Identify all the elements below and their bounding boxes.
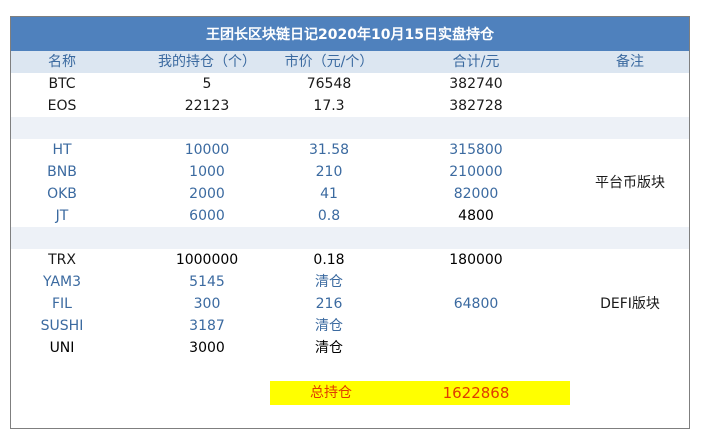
cell-total: 210000: [449, 164, 503, 180]
table-row-uni: UNI 3000 清仓: [11, 337, 689, 359]
cell-name: UNI: [49, 340, 75, 356]
cell-total: 180000: [449, 252, 503, 268]
cell-name: JT: [55, 208, 69, 224]
cell-price: 210: [315, 164, 343, 180]
cell-total: 82000: [453, 186, 499, 202]
note-defi: DEFI版块: [600, 296, 660, 312]
note-platform-coins: 平台币版块: [595, 175, 665, 191]
table-row-sushi: SUSHI 3187 清仓: [11, 315, 689, 337]
table-row-jt: JT 6000 0.8 4800: [11, 205, 689, 227]
cell-price: 76548: [306, 76, 352, 92]
cell-price: 清仓: [315, 318, 343, 334]
table-row-eos: EOS 22123 17.3 382728: [11, 95, 689, 117]
cell-name: FIL: [52, 296, 72, 312]
cell-name: SUSHI: [40, 318, 84, 334]
cell-total: [411, 315, 541, 337]
header-note: 备注: [616, 54, 644, 70]
cell-name: TRX: [48, 252, 76, 268]
cell-price: 17.3: [313, 98, 345, 114]
cell-price: 清仓: [315, 340, 343, 356]
cell-price: 216: [315, 296, 343, 312]
separator-row: [11, 117, 689, 139]
total-holdings-label: 总持仓: [310, 385, 352, 401]
cell-total: 64800: [453, 296, 499, 312]
total-holdings-value: 1622868: [442, 384, 510, 402]
cell-name: HT: [52, 142, 72, 158]
header-name: 名称: [48, 54, 76, 70]
cell-name: OKB: [47, 186, 77, 202]
total-holdings-bar: 总持仓 1622868: [270, 381, 570, 405]
cell-total: [411, 337, 541, 359]
cell-price: 0.8: [317, 208, 341, 224]
table-row-ht: HT 10000 31.58 315800: [11, 139, 689, 161]
cell-total: 382740: [449, 76, 503, 92]
cell-price: 31.58: [308, 142, 350, 158]
cell-total: [411, 271, 541, 293]
header-row: 名称 我的持仓（个） 市价（元/个） 合计/元 备注: [11, 51, 689, 73]
cell-name: BTC: [48, 76, 76, 92]
table-row-btc: BTC 5 76548 382740: [11, 73, 689, 95]
cell-total: 382728: [449, 98, 503, 114]
cell-total: 4800: [458, 208, 494, 224]
sheet-title: 王团长区块链日记2020年10月15日实盘持仓: [11, 17, 689, 51]
table-row-trx: TRX 1000000 0.18 180000: [11, 249, 689, 271]
cell-name: BNB: [47, 164, 77, 180]
cell-name: EOS: [47, 98, 77, 114]
header-price: 市价（元/个）: [284, 54, 374, 70]
cell-price: 清仓: [315, 274, 343, 290]
cell-total: 315800: [449, 142, 503, 158]
cell-name: YAM3: [42, 274, 82, 290]
cell-price: 0.18: [313, 252, 345, 268]
holdings-sheet: 王团长区块链日记2020年10月15日实盘持仓 名称 我的持仓（个） 市价（元/…: [10, 16, 690, 429]
cell-price: 41: [320, 186, 338, 202]
table-row-yam3: YAM3 5145 清仓: [11, 271, 689, 293]
header-total: 合计/元: [452, 54, 500, 70]
separator-row: [11, 227, 689, 249]
